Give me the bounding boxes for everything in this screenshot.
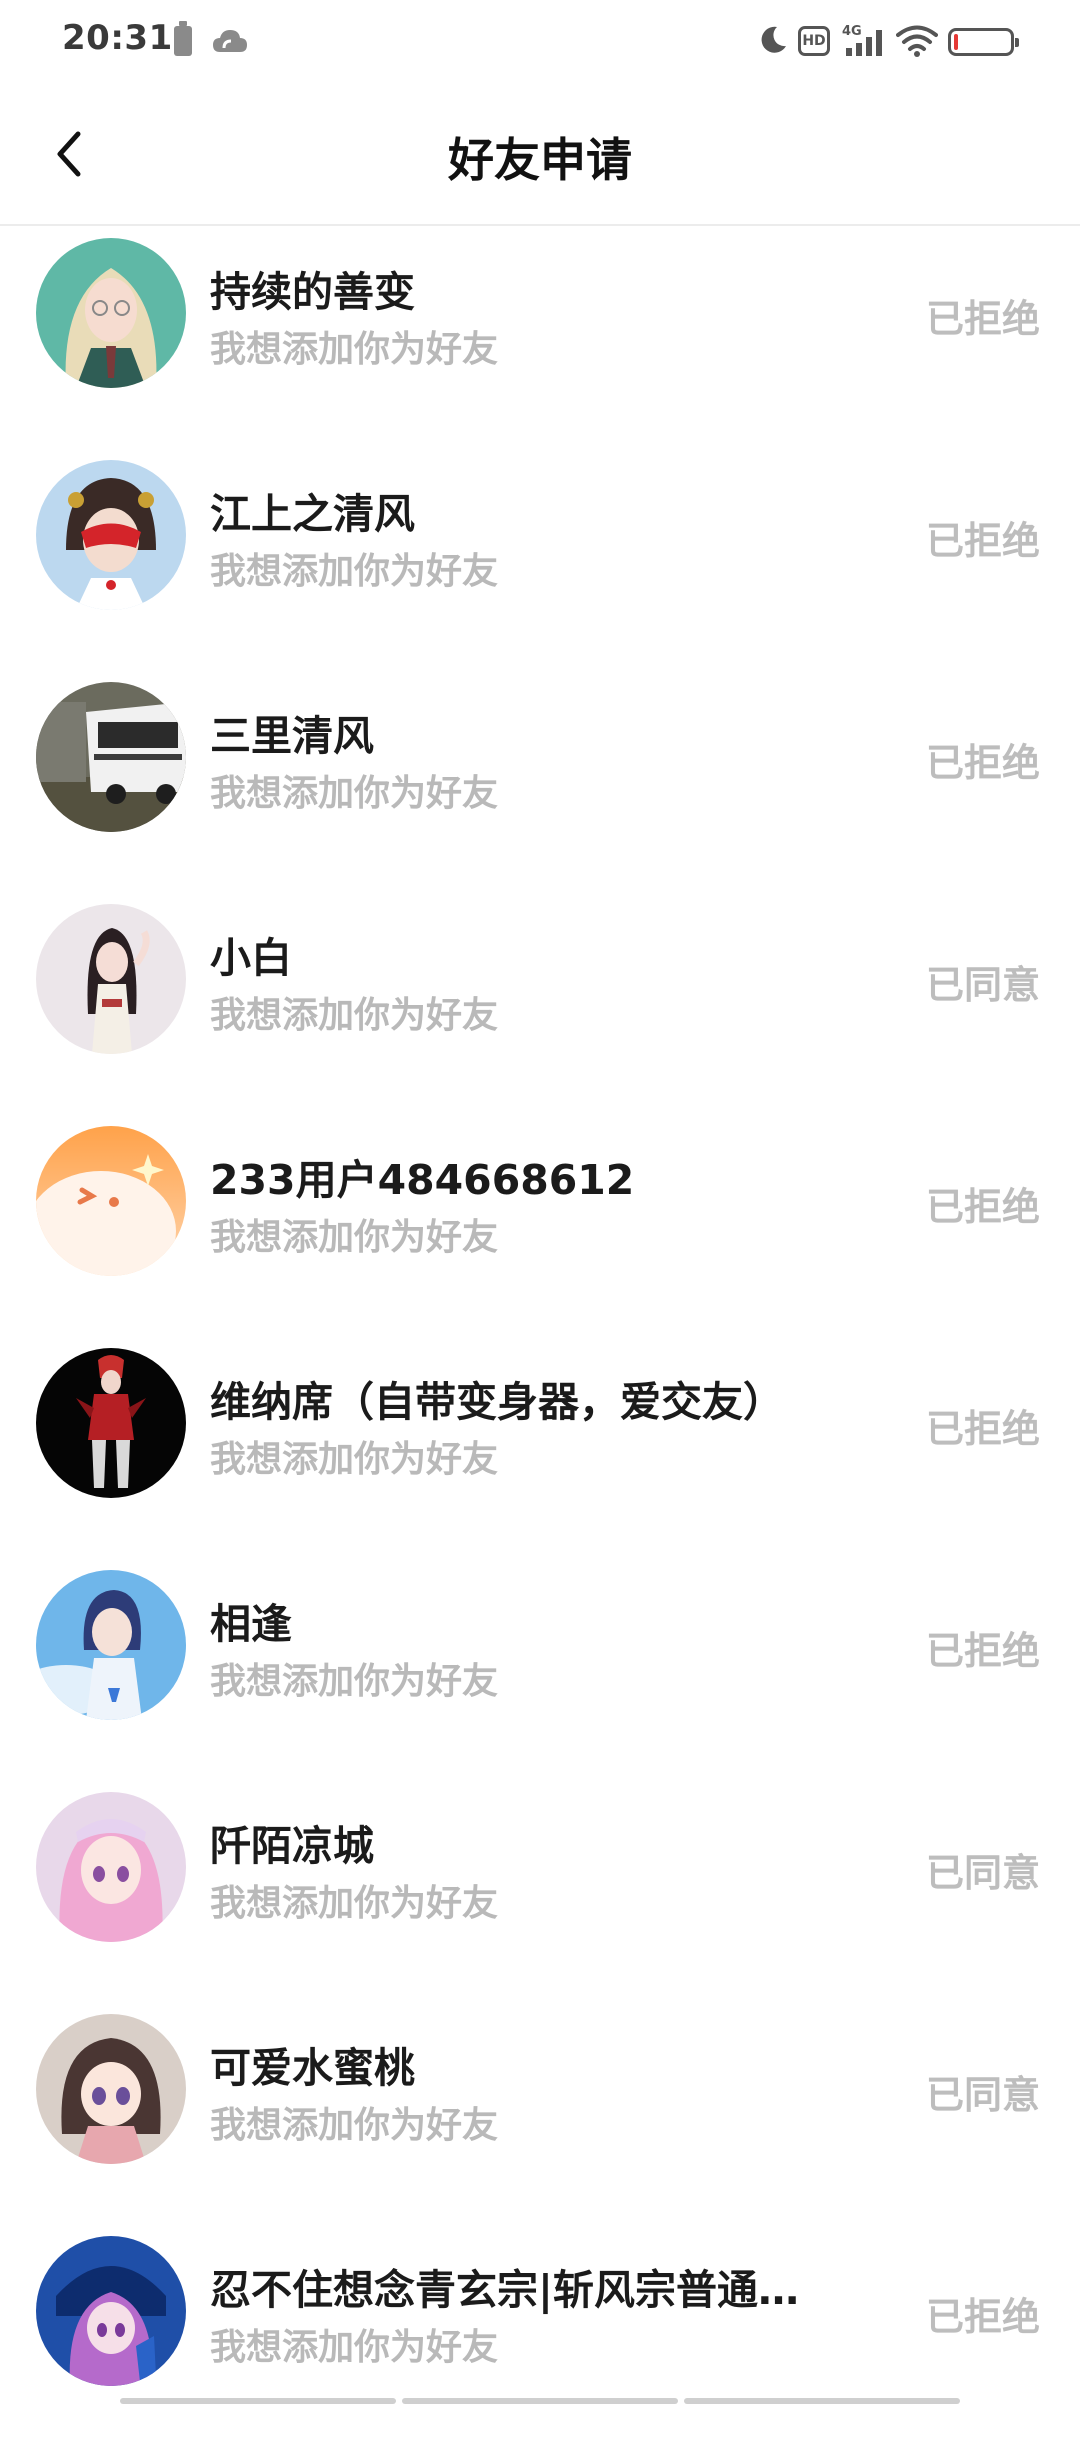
- friend-request-row[interactable]: 相逢 我想添加你为好友 已拒绝: [0, 1560, 1080, 1782]
- friend-request-row[interactable]: 持续的善变 我想添加你为好友 已拒绝: [0, 228, 1080, 450]
- friend-request-row[interactable]: 阡陌凉城 我想添加你为好友 已同意: [0, 1782, 1080, 2004]
- request-message: 我想添加你为好友: [210, 995, 499, 1036]
- friend-request-row[interactable]: 三里清风 我想添加你为好友 已拒绝: [0, 672, 1080, 894]
- nav-segment: [120, 2398, 396, 2404]
- request-message: 我想添加你为好友: [210, 1439, 499, 1480]
- home-indicator: [120, 2398, 960, 2404]
- requester-name: 小白: [210, 934, 292, 982]
- request-status: 已拒绝: [925, 519, 1040, 563]
- battery-icon: [948, 28, 1019, 56]
- request-status: 已拒绝: [925, 1185, 1040, 1229]
- request-status: 已拒绝: [925, 2295, 1040, 2339]
- avatar: [36, 904, 186, 1054]
- request-status: 已拒绝: [925, 1407, 1040, 1451]
- app-header: 好友申请: [0, 84, 1080, 226]
- avatar: [36, 2014, 186, 2164]
- avatar: [36, 238, 186, 388]
- avatar: [36, 1792, 186, 1942]
- friend-request-row[interactable]: 维纳席（自带变身器，爱交友） 我想添加你为好友 已拒绝: [0, 1338, 1080, 1560]
- signal-4g-icon: 4G: [840, 22, 888, 60]
- moon-icon: [757, 24, 789, 56]
- requester-name: 江上之清风: [210, 490, 415, 538]
- request-message: 我想添加你为好友: [210, 2327, 499, 2368]
- request-status: 已同意: [925, 2073, 1040, 2117]
- requester-name: 忍不住想念青玄宗|斩风宗普通…: [210, 2266, 799, 2314]
- friend-request-row[interactable]: 忍不住想念青玄宗|斩风宗普通… 我想添加你为好友 已拒绝: [0, 2226, 1080, 2448]
- avatar: [36, 682, 186, 832]
- avatar: [36, 1348, 186, 1498]
- friend-request-row[interactable]: 小白 我想添加你为好友 已同意: [0, 894, 1080, 1116]
- network-type-label: 4G: [842, 24, 862, 39]
- cloud-icon: [212, 26, 248, 56]
- battery-saver-icon: [174, 21, 192, 56]
- nav-segment: [684, 2398, 960, 2404]
- requester-name: 阡陌凉城: [210, 1822, 374, 1870]
- page-title: 好友申请: [448, 133, 632, 187]
- wifi-icon: [896, 24, 938, 58]
- request-status: 已同意: [925, 963, 1040, 1007]
- requester-name: 持续的善变: [210, 268, 415, 316]
- request-message: 我想添加你为好友: [210, 329, 499, 370]
- request-message: 我想添加你为好友: [210, 1661, 499, 1702]
- battery-level: [954, 34, 958, 50]
- requester-name: 233用户484668612: [210, 1156, 635, 1204]
- status-bar: 20:31 HD 4G: [0, 0, 1080, 84]
- avatar: [36, 2236, 186, 2386]
- friend-request-row[interactable]: 可爱水蜜桃 我想添加你为好友 已同意: [0, 2004, 1080, 2226]
- request-status: 已拒绝: [925, 297, 1040, 341]
- friend-request-row[interactable]: 233用户484668612 我想添加你为好友 已拒绝: [0, 1116, 1080, 1338]
- request-message: 我想添加你为好友: [210, 1883, 499, 1924]
- requester-name: 三里清风: [210, 712, 374, 760]
- request-message: 我想添加你为好友: [210, 773, 499, 814]
- requester-name: 可爱水蜜桃: [210, 2044, 415, 2092]
- avatar: [36, 1126, 186, 1276]
- request-message: 我想添加你为好友: [210, 2105, 499, 2146]
- nav-segment: [402, 2398, 678, 2404]
- avatar: [36, 1570, 186, 1720]
- status-time: 20:31: [62, 18, 173, 58]
- request-status: 已拒绝: [925, 1629, 1040, 1673]
- requester-name: 维纳席（自带变身器，爱交友）: [210, 1378, 784, 1426]
- request-status: 已同意: [925, 1851, 1040, 1895]
- avatar: [36, 460, 186, 610]
- hd-icon: HD: [798, 26, 830, 56]
- request-message: 我想添加你为好友: [210, 1217, 499, 1258]
- requester-name: 相逢: [210, 1600, 292, 1648]
- request-status: 已拒绝: [925, 741, 1040, 785]
- request-message: 我想添加你为好友: [210, 551, 499, 592]
- friend-request-row[interactable]: 江上之清风 我想添加你为好友 已拒绝: [0, 450, 1080, 672]
